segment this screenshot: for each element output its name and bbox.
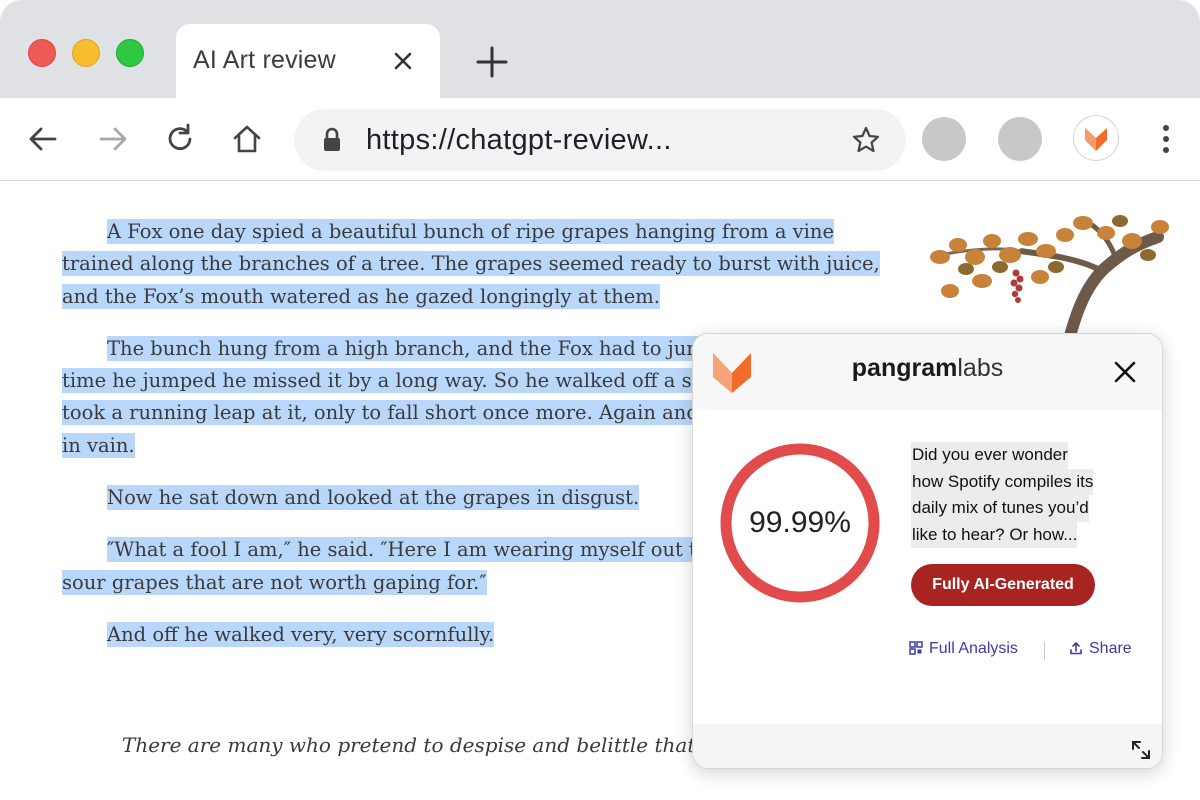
close-icon[interactable] [388,46,418,76]
share-icon [1070,642,1082,655]
story-paragraph: A Fox one day spied a beautiful bunch of… [62,219,880,309]
fox-logo-icon [1085,128,1107,151]
tab-title: AI Art review [193,46,336,74]
kebab-icon[interactable] [1156,121,1176,157]
browser-toolbar: https://chatgpt-review... [0,98,1200,181]
pangram-popup: pangramlabs 99.99% Did you ever wonder h… [692,333,1163,769]
verdict-badge: Fully AI-Generated [911,564,1095,606]
share-link[interactable]: Share [1069,640,1132,658]
back-icon[interactable] [26,122,60,156]
share-label: Share [1089,640,1132,657]
forward-icon[interactable] [96,122,130,156]
expand-icon[interactable] [1129,738,1153,762]
close-icon[interactable] [1111,358,1139,386]
qr-icon [909,641,923,655]
text-preview: Did you ever wonder how Spotify compiles… [911,442,1127,548]
link-divider [1044,642,1045,660]
window-minimize-button[interactable] [72,39,100,67]
tab-strip: AI Art review [0,0,1200,100]
story-paragraph: Now he sat down and looked at the grapes… [107,485,640,511]
extension-placeholder-2[interactable] [998,117,1042,161]
popup-header: pangramlabs [693,334,1162,410]
full-analysis-label: Full Analysis [929,640,1018,657]
extension-placeholder-1[interactable] [922,117,966,161]
preview-line: like to hear? Or how... [911,521,1078,548]
browser-window: AI Art review https://chatgpt-review... … [0,0,1200,800]
preview-line: how Spotify compiles its [911,468,1094,495]
pangram-extension-button[interactable] [1073,115,1119,161]
full-analysis-link[interactable]: Full Analysis [909,640,1018,658]
plus-icon[interactable] [474,44,510,80]
preview-line: Did you ever wonder [911,442,1068,469]
grapevine-illustration [930,215,1169,336]
url-text[interactable]: https://chatgpt-review... [366,124,672,157]
score-value: 99.99% [749,506,851,539]
reload-icon[interactable] [163,122,197,156]
address-bar[interactable]: https://chatgpt-review... [294,109,906,171]
popup-brand: pangramlabs [851,354,1004,382]
star-icon[interactable] [851,125,881,155]
preview-line: daily mix of tunes you’d [911,495,1089,522]
lock-icon [324,127,340,151]
window-zoom-button[interactable] [116,39,144,67]
window-close-button[interactable] [28,39,56,67]
story-paragraph: And off he walked very, very scornfully. [107,621,495,647]
home-icon[interactable] [230,122,264,156]
popup-footer [693,724,1162,768]
tab-active[interactable]: AI Art review [176,24,440,100]
